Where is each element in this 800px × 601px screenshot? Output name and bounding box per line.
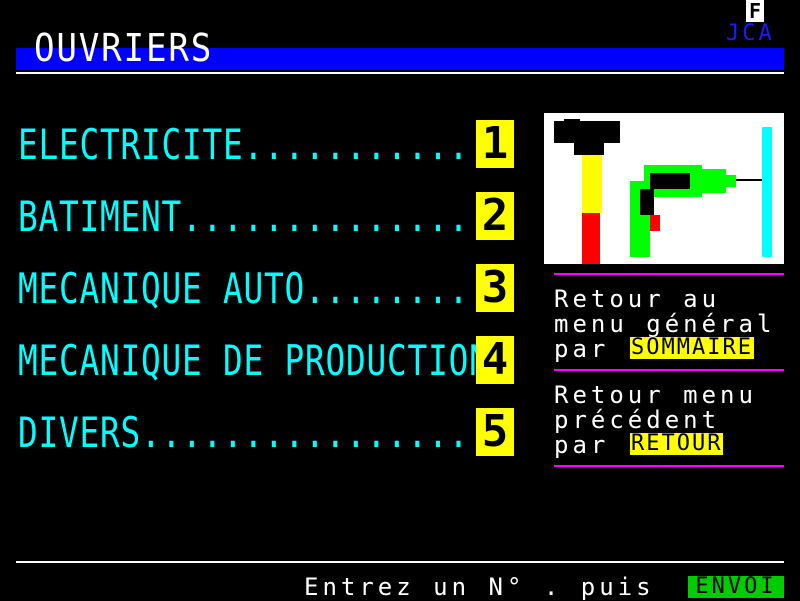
corner-letter: F xyxy=(746,0,764,22)
menu-item-number[interactable]: 1 xyxy=(476,120,514,168)
separator xyxy=(554,369,784,371)
separator xyxy=(554,273,784,275)
retour-key[interactable]: RETOUR xyxy=(630,433,724,455)
tools-illustration xyxy=(544,113,784,264)
footer-divider xyxy=(16,561,784,563)
retour-text-3: par xyxy=(554,431,610,459)
retour-text-2: précédent xyxy=(554,406,721,434)
separator xyxy=(554,465,784,467)
menu-item-label: ELECTRICITE............ xyxy=(18,120,490,169)
title-divider xyxy=(16,72,784,74)
menu-item-label: MECANIQUE DE PRODUCTION. xyxy=(18,336,509,385)
menu-item-divers[interactable]: DIVERS................. 5 xyxy=(18,408,518,458)
menu-item-batiment[interactable]: BATIMENT............... 2 xyxy=(18,192,518,242)
sommaire-text-1: Retour au xyxy=(554,285,721,313)
menu-item-number[interactable]: 2 xyxy=(476,192,514,240)
hammer-icon xyxy=(554,119,620,264)
menu-item-number[interactable]: 3 xyxy=(476,264,514,312)
menu-item-mecanique-auto[interactable]: MECANIQUE AUTO......... 3 xyxy=(18,264,518,314)
sommaire-key[interactable]: SOMMAIRE xyxy=(630,337,754,359)
menu-item-number[interactable]: 4 xyxy=(476,336,514,384)
menu-item-electricite[interactable]: ELECTRICITE............ 1 xyxy=(18,120,518,170)
menu-item-mecanique-production[interactable]: MECANIQUE DE PRODUCTION. 4 xyxy=(18,336,518,386)
menu-item-label: MECANIQUE AUTO......... xyxy=(18,264,490,313)
menu-item-number[interactable]: 5 xyxy=(476,408,514,456)
menu-item-label: DIVERS................. xyxy=(18,408,490,457)
page-title: OUVRIERS xyxy=(34,26,214,70)
retour-text-1: Retour menu xyxy=(554,381,757,409)
envoi-key[interactable]: ENVOI xyxy=(688,576,784,598)
input-prompt: Entrez un N° . puis xyxy=(304,573,655,601)
sommaire-text-3: par xyxy=(554,335,610,363)
drill-icon xyxy=(630,127,772,257)
corner-code: JCA xyxy=(726,21,775,46)
menu-item-label: BATIMENT............... xyxy=(18,192,490,241)
sommaire-text-2: menu général xyxy=(554,310,776,338)
